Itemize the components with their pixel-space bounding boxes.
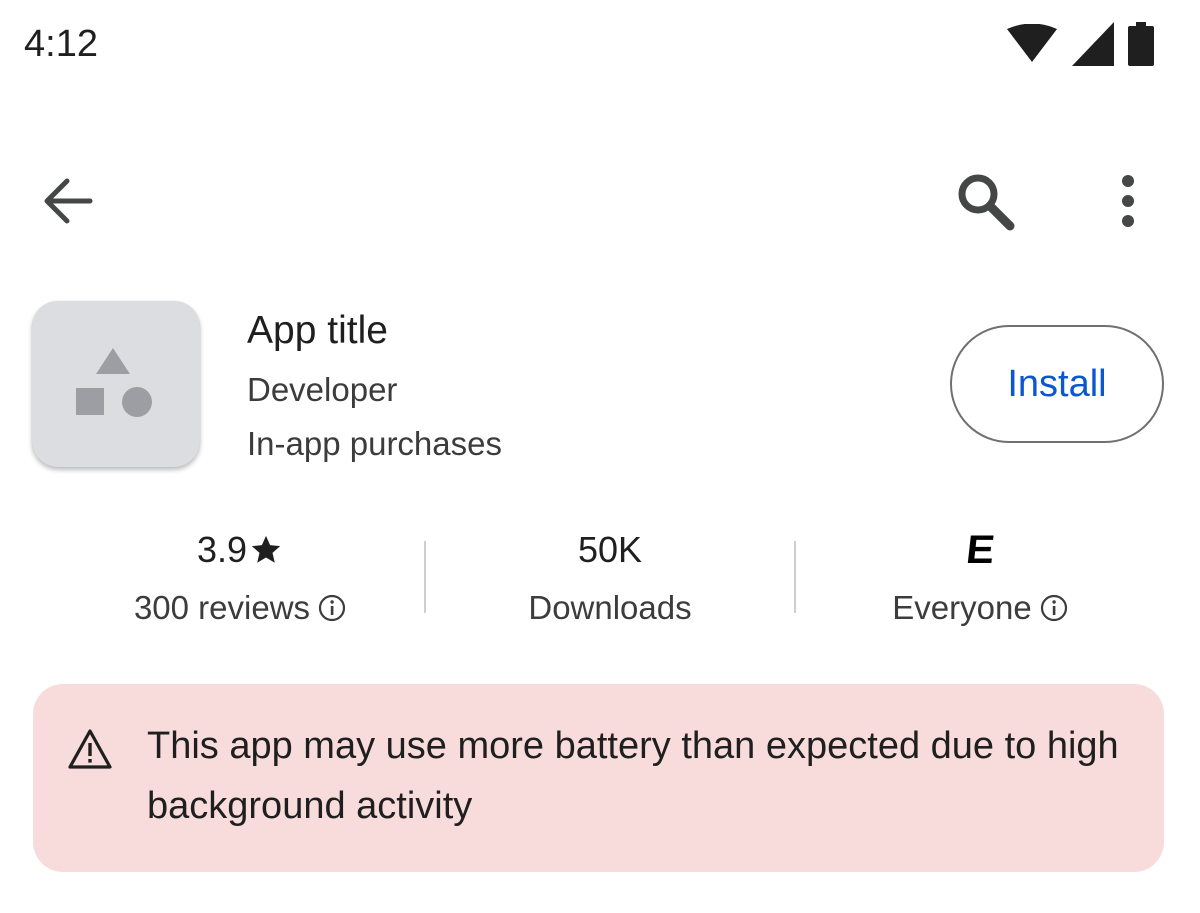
back-button[interactable] — [34, 168, 100, 234]
star-icon — [251, 535, 281, 563]
content-rating-label: Everyone — [892, 589, 1032, 626]
content-rating-badge-row: E — [964, 524, 996, 576]
rating-label-row: 300 reviews — [134, 586, 346, 630]
downloads-stat: 50K Downloads — [470, 524, 750, 634]
app-icon — [32, 301, 200, 467]
search-icon — [958, 174, 1015, 231]
battery-icon — [1128, 22, 1154, 66]
info-icon[interactable] — [1040, 594, 1068, 622]
warning-icon — [68, 729, 112, 769]
placeholder-shapes-icon — [76, 348, 152, 417]
status-icons — [1006, 22, 1154, 66]
in-app-purchases-label: In-app purchases — [247, 425, 502, 462]
app-title: App title — [247, 309, 388, 352]
esrb-rating-badge: E — [964, 527, 996, 572]
app-developer[interactable]: Developer — [247, 368, 502, 412]
stat-divider — [794, 541, 796, 613]
wifi-icon — [1007, 24, 1057, 62]
install-button[interactable]: Install — [950, 325, 1164, 443]
rating-value: 3.9 — [196, 529, 248, 570]
cellular-signal-icon — [1072, 22, 1114, 66]
app-info: App title Developer In-app purchases — [247, 306, 502, 466]
downloads-label: Downloads — [528, 589, 692, 626]
app-details-screen: 4:12 App title Developer In-app purchase… — [0, 0, 1200, 913]
rating-stat[interactable]: 3.9 300 reviews — [100, 524, 380, 634]
battery-warning-banner: This app may use more battery than expec… — [33, 684, 1164, 872]
arrow-back-icon — [44, 178, 93, 224]
info-icon[interactable] — [318, 594, 346, 622]
content-rating-label-row: Everyone — [892, 586, 1067, 630]
search-button[interactable] — [950, 166, 1020, 236]
more-options-button[interactable] — [1098, 166, 1158, 236]
warning-text: This app may use more battery than expec… — [147, 725, 1119, 827]
more-vert-icon — [1122, 175, 1134, 227]
content-rating-stat[interactable]: E Everyone — [840, 524, 1120, 634]
status-time: 4:12 — [24, 23, 98, 65]
stat-divider — [424, 541, 426, 613]
rating-value-row: 3.9 — [197, 524, 283, 576]
downloads-value: 50K — [577, 529, 643, 570]
reviews-count: 300 reviews — [133, 589, 311, 626]
